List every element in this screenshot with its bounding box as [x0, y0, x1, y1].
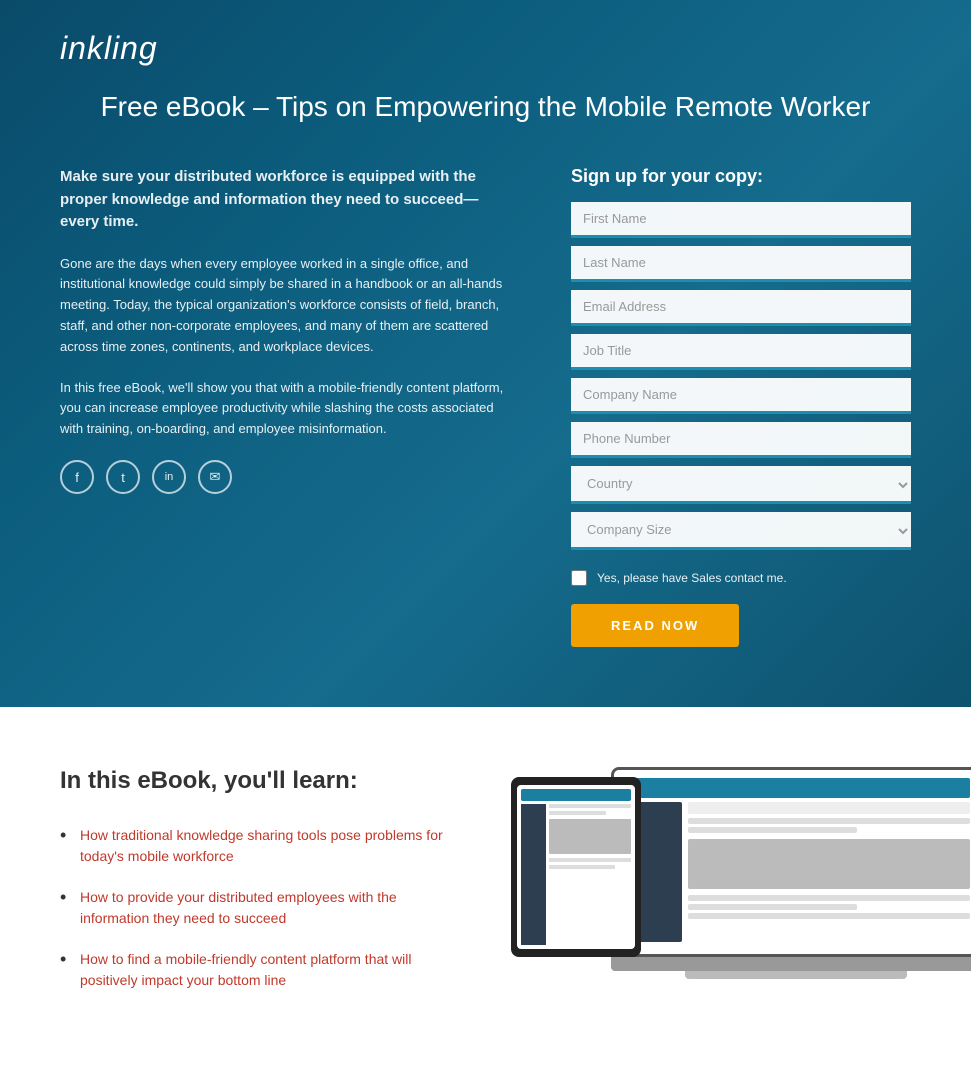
- social-icons-container: f t in ✉: [60, 460, 511, 494]
- company-size-select[interactable]: Company Size 1-50 51-200 201-1000 1000+: [571, 512, 911, 550]
- hero-headline: Make sure your distributed workforce is …: [60, 166, 511, 234]
- facebook-icon[interactable]: f: [60, 460, 94, 494]
- email-icon[interactable]: ✉: [198, 460, 232, 494]
- logo: inkling: [60, 30, 911, 67]
- learn-section: In this eBook, you'll learn: How traditi…: [60, 767, 451, 1011]
- form-title: Sign up for your copy:: [571, 166, 911, 187]
- signup-form-container: Sign up for your copy: Country United St…: [571, 166, 911, 647]
- learn-item-1-link[interactable]: How traditional knowledge sharing tools …: [80, 827, 443, 864]
- hero-title: Free eBook – Tips on Empowering the Mobi…: [60, 87, 911, 126]
- hero-paragraph-2: In this free eBook, we'll show you that …: [60, 378, 511, 440]
- sales-contact-checkbox[interactable]: [571, 570, 587, 586]
- device-mockup-container: [511, 767, 911, 967]
- hero-left-content: Make sure your distributed workforce is …: [60, 166, 511, 494]
- hero-section: inkling Free eBook – Tips on Empowering …: [0, 0, 971, 707]
- linkedin-icon[interactable]: in: [152, 460, 186, 494]
- learn-item-3-link[interactable]: How to find a mobile-friendly content pl…: [80, 951, 411, 988]
- sales-contact-label: Yes, please have Sales contact me.: [597, 571, 787, 585]
- learn-item-2-link[interactable]: How to provide your distributed employee…: [80, 889, 397, 926]
- list-item: How to find a mobile-friendly content pl…: [60, 949, 451, 991]
- sales-contact-row: Yes, please have Sales contact me.: [571, 570, 911, 586]
- job-title-input[interactable]: [571, 334, 911, 370]
- company-name-input[interactable]: [571, 378, 911, 414]
- laptop-mockup: [611, 767, 971, 997]
- country-select[interactable]: Country United States United Kingdom Can…: [571, 466, 911, 504]
- phone-number-input[interactable]: [571, 422, 911, 458]
- learn-list: How traditional knowledge sharing tools …: [60, 825, 451, 991]
- list-item: How to provide your distributed employee…: [60, 887, 451, 929]
- list-item: How traditional knowledge sharing tools …: [60, 825, 451, 867]
- first-name-input[interactable]: [571, 202, 911, 238]
- twitter-icon[interactable]: t: [106, 460, 140, 494]
- hero-paragraph-1: Gone are the days when every employee wo…: [60, 254, 511, 358]
- tablet-mockup: [511, 777, 641, 957]
- learn-title: In this eBook, you'll learn:: [60, 767, 451, 795]
- email-input[interactable]: [571, 290, 911, 326]
- read-now-button[interactable]: READ NOW: [571, 604, 739, 647]
- lower-section: In this eBook, you'll learn: How traditi…: [0, 707, 971, 1091]
- last-name-input[interactable]: [571, 246, 911, 282]
